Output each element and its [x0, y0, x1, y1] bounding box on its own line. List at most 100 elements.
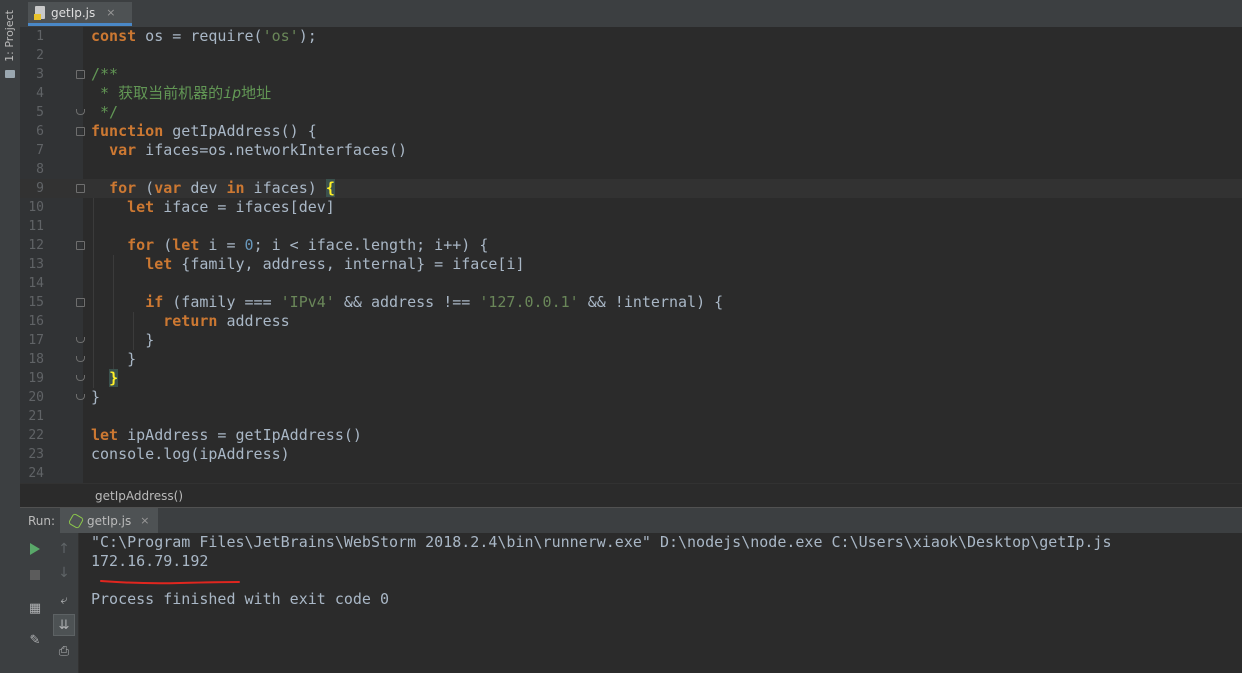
breadcrumb-item[interactable]: getIpAddress() [95, 489, 183, 503]
code-token: } [91, 388, 101, 406]
code-line: 3 /** [20, 65, 1242, 84]
fold-icon[interactable] [76, 298, 85, 307]
fold-icon[interactable] [76, 127, 85, 136]
line-number: 2 [36, 48, 44, 63]
pin-tab-button[interactable]: ✎ [24, 629, 46, 651]
code-line: 16 return address [20, 312, 1242, 331]
code-token: */ [91, 103, 119, 121]
code-token: (family === [163, 293, 281, 311]
stop-icon [30, 570, 40, 580]
code-token: for [127, 236, 155, 254]
code-token: const [91, 27, 137, 45]
nodejs-icon [67, 512, 85, 529]
line-number: 14 [28, 276, 44, 291]
fold-icon[interactable] [76, 184, 85, 193]
pin-icon: ✎ [29, 632, 41, 648]
red-underline-annotation [100, 580, 240, 585]
code-token: } [127, 350, 137, 368]
run-tool-window-header: Run: getIp.js × [20, 507, 1242, 534]
line-number: 7 [36, 143, 44, 158]
console-line: Process finished with exit code 0 [91, 590, 390, 608]
run-tab-label: getIp.js [87, 513, 132, 528]
scroll-to-end-button[interactable]: ⇊ [53, 614, 75, 636]
code-line: 6 function getIpAddress() { [20, 122, 1242, 141]
editor-tab-getip[interactable]: getIp.js × [28, 2, 132, 26]
code-line: 14 [20, 274, 1242, 293]
layout-icon: ▦ [28, 600, 42, 616]
close-icon[interactable]: × [106, 6, 115, 19]
fold-icon[interactable] [76, 70, 85, 79]
code-token: ip [223, 84, 242, 102]
fold-icon[interactable] [76, 337, 85, 343]
code-line: 1 const os = require('os'); [20, 27, 1242, 46]
fold-icon[interactable] [76, 356, 85, 362]
scroll-to-end-icon: ⇊ [58, 617, 70, 633]
code-line: 18 } [20, 350, 1242, 369]
code-token: ); [298, 27, 317, 45]
line-number: 20 [28, 390, 44, 405]
code-token: for [109, 179, 137, 197]
code-line: 11 [20, 217, 1242, 236]
editor-tab-label: getIp.js [51, 5, 96, 20]
line-number: 13 [28, 257, 44, 272]
print-button[interactable]: ⎙ [53, 640, 75, 662]
up-button[interactable]: ↑ [53, 538, 75, 560]
arrow-down-icon: ↓ [58, 565, 70, 581]
code-line: 21 [20, 407, 1242, 426]
restore-layout-button[interactable]: ▦ [24, 597, 46, 619]
rerun-button[interactable] [24, 538, 46, 560]
line-number: 22 [28, 428, 44, 443]
line-number: 11 [28, 219, 44, 234]
editor-tab-bar: getIp.js × [20, 0, 1242, 28]
code-token: 地址 [241, 84, 272, 102]
print-icon: ⎙ [58, 643, 70, 659]
code-line: 22 let ipAddress = getIpAddress() [20, 426, 1242, 445]
line-number: 3 [36, 67, 44, 82]
line-number: 5 [36, 105, 44, 120]
code-token: let [91, 426, 119, 444]
run-console[interactable]: "C:\Program Files\JetBrains\WebStorm 201… [79, 533, 1242, 673]
code-line: 8 [20, 160, 1242, 179]
line-number: 16 [28, 314, 44, 329]
matched-brace: } [109, 369, 119, 387]
code-token: '127.0.0.1' [479, 293, 579, 311]
line-number: 23 [28, 447, 44, 462]
fold-icon[interactable] [76, 241, 85, 250]
line-number: 21 [28, 409, 44, 424]
fold-icon[interactable] [76, 375, 85, 381]
left-tool-strip: 1: Project [0, 0, 21, 673]
fold-icon[interactable] [76, 109, 85, 115]
folder-icon [5, 70, 15, 78]
code-token: 'IPv4' [280, 293, 335, 311]
run-tab-getip[interactable]: getIp.js × [60, 508, 158, 533]
stop-button[interactable] [24, 564, 46, 586]
code-token: var [154, 179, 182, 197]
code-editor[interactable]: 1 const os = require('os'); 2 3 /** 4 * … [20, 27, 1242, 483]
close-icon[interactable]: × [140, 514, 149, 527]
fold-icon[interactable] [76, 394, 85, 400]
code-line: 23 console.log(ipAddress) [20, 445, 1242, 464]
console-line: "C:\Program Files\JetBrains\WebStorm 201… [91, 533, 1112, 551]
line-number: 15 [28, 295, 44, 310]
project-tool-window-button[interactable]: 1: Project [0, 4, 20, 78]
code-token: getIpAddress() { [163, 122, 317, 140]
down-button[interactable]: ↓ [53, 562, 75, 584]
line-number: 4 [36, 86, 44, 101]
code-token: iface = ifaces[dev] [154, 198, 335, 216]
code-token: {family, address, internal} = iface[i] [172, 255, 525, 273]
code-token: ifaces) [244, 179, 326, 197]
run-toolbar: ▦ ✎ [20, 533, 52, 673]
code-token: let [172, 236, 200, 254]
line-number: 9 [36, 181, 44, 196]
code-token: address [217, 312, 290, 330]
code-line: 12 for (let i = 0; i < iface.length; i++… [20, 236, 1242, 255]
soft-wrap-button[interactable]: ⤶ [53, 589, 75, 611]
line-number: 18 [28, 352, 44, 367]
code-line: 24 [20, 464, 1242, 483]
console-line: 172.16.79.192 [91, 552, 209, 570]
breadcrumb: getIpAddress() [20, 483, 1242, 508]
code-token: in [226, 179, 245, 197]
code-line: 7 var ifaces=os.networkInterfaces() [20, 141, 1242, 160]
code-token: } [145, 331, 155, 349]
code-token: 0 [244, 236, 254, 254]
